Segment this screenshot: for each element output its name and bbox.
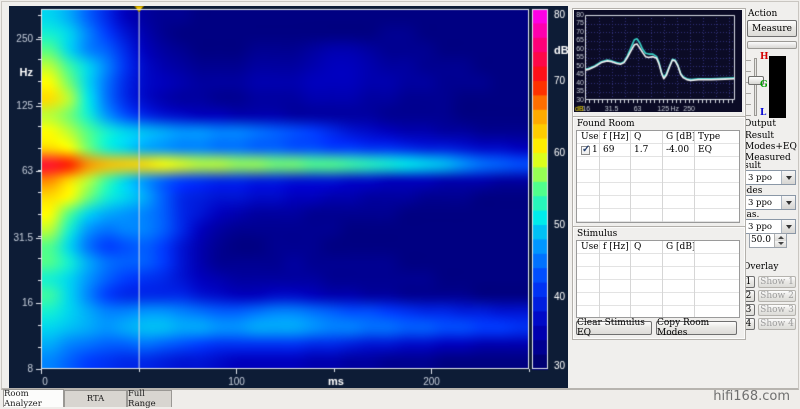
- found-room-table[interactable]: Use f [Hz] Q G [dB] Type 1 69 1.7 -4.00 …: [576, 130, 740, 223]
- tab-room-analyzer[interactable]: Room Analyzer: [3, 389, 64, 407]
- slider-tick-marks: [746, 60, 751, 116]
- row-type: EQ: [694, 144, 739, 157]
- show-2-button[interactable]: Show 2: [758, 290, 796, 302]
- row-number: 1: [592, 145, 598, 157]
- level-low-label: L: [760, 108, 766, 118]
- col-g: G [dB]: [662, 131, 694, 144]
- col-use: Use: [577, 241, 599, 254]
- show-1-button[interactable]: Show 1: [758, 276, 796, 288]
- modes-resolution-dropdown[interactable]: 3 ppo: [738, 195, 796, 210]
- row-frequency: 69: [599, 144, 630, 157]
- input-level-meter: [769, 56, 786, 118]
- level-good-label: G: [760, 80, 768, 90]
- found-room-groupbox: Found Room Use f [Hz] Q G [dB] Type 1 69…: [572, 116, 746, 228]
- tab-rta[interactable]: RTA: [64, 390, 127, 407]
- dropdown-arrow-icon[interactable]: [781, 171, 795, 184]
- response-graph-groupbox: [572, 8, 746, 118]
- stimulus-groupbox: Stimulus Use f [Hz] Q G [dB] Clear Stimu…: [572, 226, 746, 340]
- measure-button[interactable]: Measure: [747, 20, 797, 37]
- col-type: Type: [694, 131, 739, 144]
- action-title: Action: [748, 9, 777, 19]
- col-f: f [Hz]: [599, 131, 630, 144]
- modes-eq-checkbox-label: Modes+EQ: [745, 142, 797, 152]
- t-value: 50.0: [750, 234, 774, 247]
- row-gain: -4.00: [662, 144, 694, 157]
- dropdown-arrow-icon[interactable]: [781, 220, 795, 233]
- col-q: Q: [630, 241, 662, 254]
- spinner-down-icon[interactable]: [775, 241, 786, 248]
- t-spinner[interactable]: 50.0: [749, 233, 787, 248]
- col-f: f [Hz]: [599, 241, 630, 254]
- result-checkbox-label: Result: [745, 131, 774, 141]
- col-q: Q: [630, 131, 662, 144]
- found-room-title: Found Room: [577, 119, 635, 129]
- watermark: hifi168.com: [713, 389, 790, 404]
- stimulus-header-row: Use f [Hz] Q G [dB]: [577, 241, 739, 254]
- meas-resolution-dropdown[interactable]: 3 ppo: [738, 219, 796, 234]
- spectrogram-heatmap[interactable]: [9, 6, 568, 388]
- row-use-cell[interactable]: 1: [577, 144, 599, 157]
- show-3-button[interactable]: Show 3: [758, 304, 796, 316]
- found-room-row-1[interactable]: 1 69 1.7 -4.00 EQ: [577, 144, 739, 157]
- overlay-title: Overlay: [743, 262, 778, 272]
- show-4-button[interactable]: Show 4: [758, 318, 796, 330]
- output-title: Output: [744, 119, 776, 129]
- main-client-area: Action Measure H G L Output Result Modes…: [1, 1, 799, 390]
- output-level-slider[interactable]: [754, 58, 757, 116]
- clear-stimulus-eq-button[interactable]: Clear Stimulus EQ: [576, 321, 652, 335]
- measure-progress-bar: [747, 41, 797, 49]
- stimulus-table[interactable]: Use f [Hz] Q G [dB]: [576, 240, 740, 318]
- result-resolution-dropdown[interactable]: 3 ppo: [738, 170, 796, 185]
- spectrogram-panel: [9, 6, 568, 388]
- level-high-label: H: [760, 52, 769, 62]
- row-use-checkbox[interactable]: [581, 146, 590, 155]
- row-q: 1.7: [630, 144, 662, 157]
- tab-full-range[interactable]: Full Range: [127, 390, 172, 407]
- col-use: Use: [577, 131, 599, 144]
- copy-room-modes-button[interactable]: Copy Room Modes: [656, 321, 737, 335]
- dropdown-arrow-icon[interactable]: [781, 196, 795, 209]
- response-graph: [574, 10, 742, 112]
- found-room-header-row: Use f [Hz] Q G [dB] Type: [577, 131, 739, 144]
- col-g: G [dB]: [662, 241, 694, 254]
- stimulus-title: Stimulus: [577, 229, 617, 239]
